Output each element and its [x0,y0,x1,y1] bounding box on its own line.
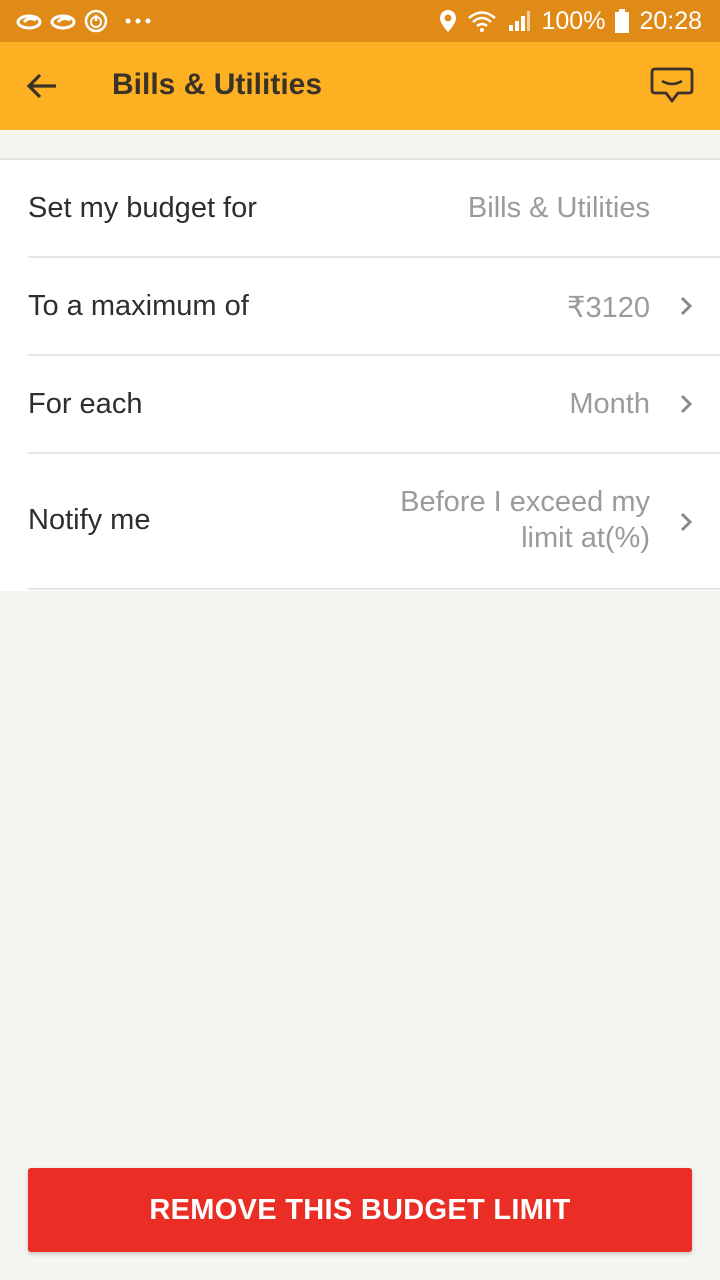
arrow-left-icon [26,73,56,99]
chevron-right-icon [680,512,693,532]
row-label: Set my budget for [28,192,257,224]
notify-row[interactable]: Notify me Before I exceed my limit at(%) [28,454,720,590]
row-value: ₹3120 [567,292,650,324]
wifi-icon [468,11,497,32]
battery-icon [615,9,630,33]
app-notification-icon [16,14,42,30]
location-pin-icon [440,10,457,32]
budget-settings-card: Set my budget for Bills & Utilities To a… [0,158,720,591]
chat-bubble-icon [650,67,694,103]
notification-icons [16,8,152,34]
page-title: Bills & Utilities [112,68,323,101]
remove-budget-limit-button[interactable]: REMOVE THIS BUDGET LIMIT [28,1168,692,1252]
chat-button[interactable] [648,62,696,110]
back-button[interactable] [20,64,64,108]
row-value: Month [569,388,650,420]
chevron-right-icon [680,296,693,316]
row-value: Before I exceed my limit at(%) [400,486,650,554]
row-label: For each [28,388,143,420]
budget-period-row[interactable]: For each Month [28,356,720,454]
more-dots-icon [125,18,151,24]
signal-icon [509,11,531,31]
app-notification-icon [50,14,76,30]
power-icon [84,9,108,33]
row-label: Notify me [28,504,151,536]
row-value: Bills & Utilities [467,192,650,224]
app-bar: Bills & Utilities [0,42,720,130]
row-label: To a maximum of [28,290,249,322]
system-indicators: 100% 20:28 [439,6,702,36]
budget-category-row: Set my budget for Bills & Utilities [28,160,720,258]
status-bar: 100% 20:28 [0,0,720,42]
battery-percent: 100% [541,6,606,35]
clock: 20:28 [639,6,702,35]
chevron-right-icon [680,394,693,414]
budget-amount-row[interactable]: To a maximum of ₹3120 [28,258,720,356]
